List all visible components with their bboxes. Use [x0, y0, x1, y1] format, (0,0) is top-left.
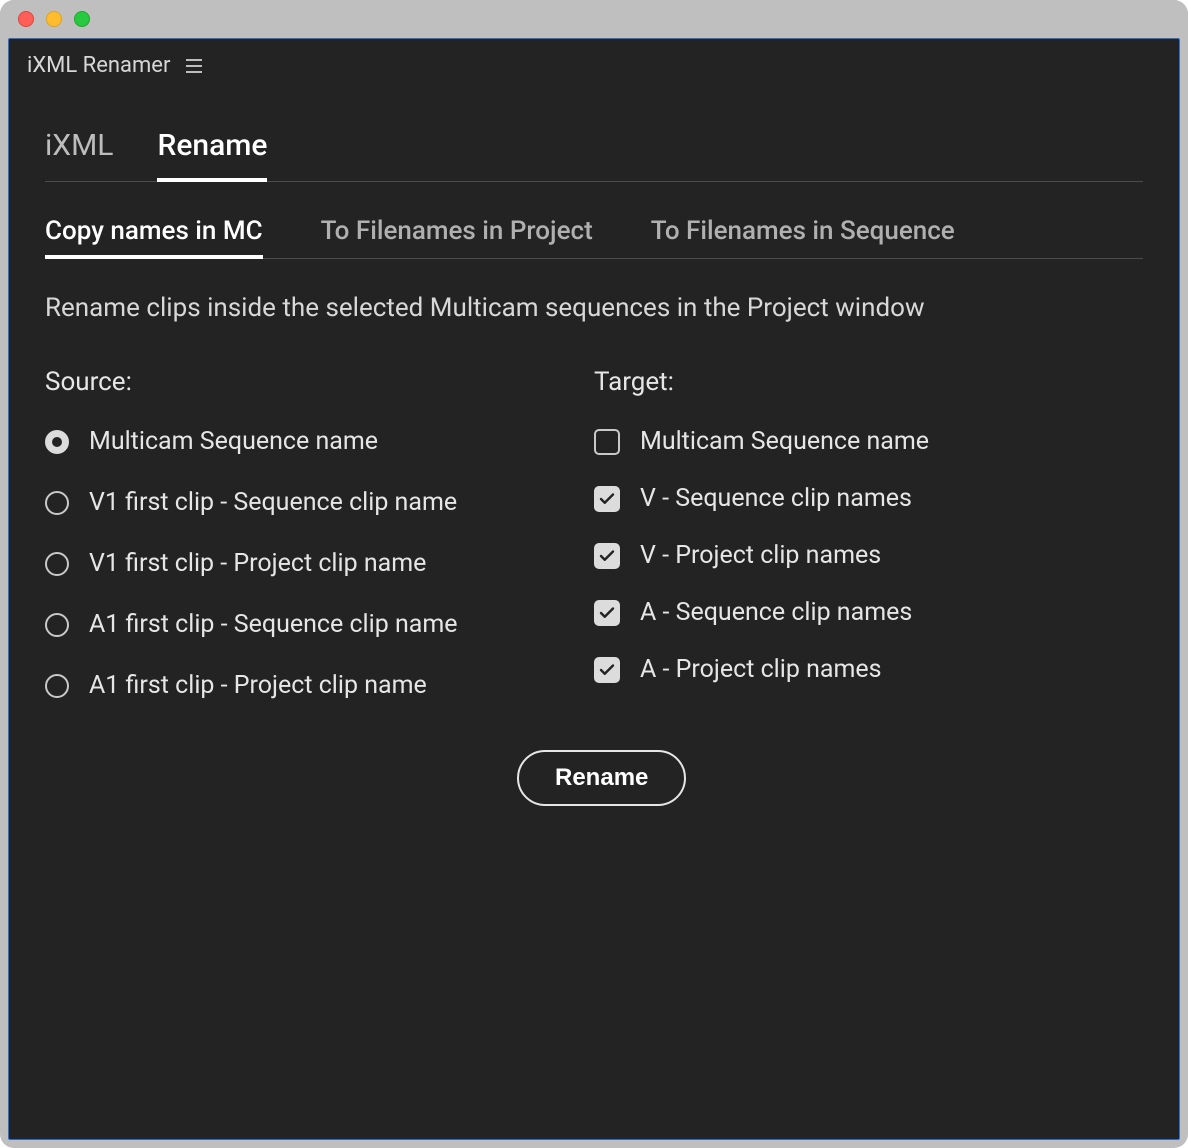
- source-option-multicam-sequence-name[interactable]: Multicam Sequence name: [45, 427, 594, 456]
- tab-rename[interactable]: Rename: [157, 128, 267, 181]
- option-label: A1 first clip - Project clip name: [89, 671, 427, 700]
- option-label: A - Sequence clip names: [640, 598, 912, 627]
- checkbox-icon: [594, 543, 620, 569]
- window-zoom-button[interactable]: [74, 11, 90, 27]
- option-label: V - Project clip names: [640, 541, 881, 570]
- checkbox-icon: [594, 600, 620, 626]
- target-column: Target: Multicam Sequence name V - Seque…: [594, 367, 1143, 732]
- main-content: iXML Rename Copy names in MC To Filename…: [9, 128, 1179, 806]
- tab-label: Copy names in MC: [45, 216, 263, 246]
- source-option-v1-project-clip-name[interactable]: V1 first clip - Project clip name: [45, 549, 594, 578]
- tabs-secondary: Copy names in MC To Filenames in Project…: [45, 216, 1143, 259]
- target-option-v-sequence-clip-names[interactable]: V - Sequence clip names: [594, 484, 1143, 513]
- tab-ixml[interactable]: iXML: [45, 128, 113, 181]
- radio-icon: [45, 491, 69, 515]
- source-option-v1-sequence-clip-name[interactable]: V1 first clip - Sequence clip name: [45, 488, 594, 517]
- checkbox-icon: [594, 429, 620, 455]
- radio-icon: [45, 674, 69, 698]
- titlebar: [0, 0, 1188, 38]
- option-label: A - Project clip names: [640, 655, 882, 684]
- app-frame: iXML Renamer iXML Rename Copy names in M…: [8, 38, 1180, 1140]
- panel-header: iXML Renamer: [9, 39, 1179, 128]
- source-option-a1-sequence-clip-name[interactable]: A1 first clip - Sequence clip name: [45, 610, 594, 639]
- option-label: V - Sequence clip names: [640, 484, 912, 513]
- tab-label: To Filenames in Project: [321, 216, 593, 246]
- option-label: V1 first clip - Sequence clip name: [89, 488, 457, 517]
- target-option-a-project-clip-names[interactable]: A - Project clip names: [594, 655, 1143, 684]
- option-label: V1 first clip - Project clip name: [89, 549, 426, 578]
- target-heading: Target:: [594, 367, 1143, 397]
- panel-menu-icon[interactable]: [184, 56, 204, 76]
- tab-label: To Filenames in Sequence: [651, 216, 955, 246]
- subtab-copy-names-in-mc[interactable]: Copy names in MC: [45, 216, 263, 258]
- option-label: Multicam Sequence name: [89, 427, 378, 456]
- columns: Source: Multicam Sequence name V1 first …: [45, 367, 1143, 732]
- source-option-a1-project-clip-name[interactable]: A1 first clip - Project clip name: [45, 671, 594, 700]
- target-option-multicam-sequence-name[interactable]: Multicam Sequence name: [594, 427, 1143, 456]
- window-close-button[interactable]: [18, 11, 34, 27]
- radio-icon: [45, 430, 69, 454]
- checkbox-icon: [594, 486, 620, 512]
- tab-label: iXML: [45, 128, 113, 163]
- target-option-a-sequence-clip-names[interactable]: A - Sequence clip names: [594, 598, 1143, 627]
- option-label: Multicam Sequence name: [640, 427, 929, 456]
- option-label: A1 first clip - Sequence clip name: [89, 610, 458, 639]
- subtab-to-filenames-in-project[interactable]: To Filenames in Project: [321, 216, 593, 258]
- radio-icon: [45, 552, 69, 576]
- source-column: Source: Multicam Sequence name V1 first …: [45, 367, 594, 732]
- subtab-to-filenames-in-sequence[interactable]: To Filenames in Sequence: [651, 216, 955, 258]
- description-text: Rename clips inside the selected Multica…: [45, 293, 1143, 323]
- window-minimize-button[interactable]: [46, 11, 62, 27]
- target-option-v-project-clip-names[interactable]: V - Project clip names: [594, 541, 1143, 570]
- radio-icon: [45, 613, 69, 637]
- app-window: iXML Renamer iXML Rename Copy names in M…: [0, 0, 1188, 1148]
- tabs-primary: iXML Rename: [45, 128, 1143, 182]
- tab-label: Rename: [157, 128, 267, 163]
- rename-button[interactable]: Rename: [517, 750, 686, 806]
- checkbox-icon: [594, 657, 620, 683]
- source-heading: Source:: [45, 367, 594, 397]
- action-row: Rename: [45, 750, 1143, 806]
- panel-title: iXML Renamer: [27, 53, 170, 78]
